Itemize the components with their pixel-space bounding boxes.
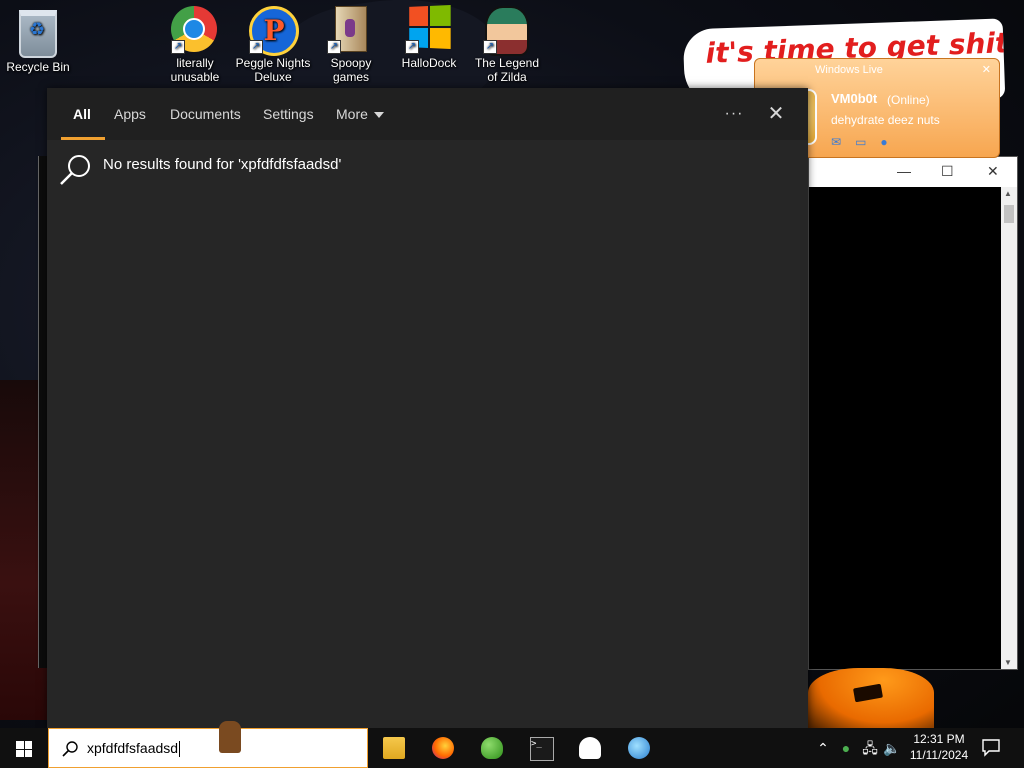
scrollbar-thumb[interactable]: [1004, 205, 1014, 223]
taskbar-app-file-explorer[interactable]: [370, 728, 418, 768]
text-cursor: [179, 741, 181, 758]
search-results-panel: All Apps Documents Settings More ··· ✕ N…: [47, 88, 808, 728]
maximize-icon[interactable]: ☐: [941, 163, 954, 180]
mascot-icon: [219, 721, 241, 753]
desktop-icon-peggle[interactable]: P ↗ Peggle Nights Deluxe: [235, 6, 311, 84]
more-options-icon[interactable]: ···: [720, 100, 748, 128]
console-window[interactable]: — ☐ ✕ ▲ ▼: [808, 156, 1018, 670]
wallpaper-pumpkin: [808, 668, 934, 728]
clock-time: 12:31 PM: [913, 732, 965, 746]
shortcut-arrow-icon: ↗: [327, 40, 341, 54]
tab-more-label: More: [336, 106, 368, 122]
console-scrollbar[interactable]: ▲ ▼: [1001, 187, 1017, 669]
windows-logo-icon: [16, 741, 32, 757]
file-explorer-icon: [383, 737, 405, 759]
scroll-up-icon[interactable]: ▲: [1004, 189, 1012, 198]
shortcut-arrow-icon: ↗: [171, 40, 185, 54]
people-icon: [579, 737, 601, 759]
desktop-icon-label: HalloDock: [401, 56, 457, 70]
desktop-icon-literally-unusable[interactable]: ↗ literally unusable: [157, 6, 233, 84]
desktop-icon-label: Spoopy games: [330, 56, 372, 84]
peggle-icon: P ↗: [249, 6, 299, 56]
chrome-icon: ↗: [171, 6, 219, 54]
desktop-icon-recycle-bin[interactable]: Recycle Bin: [0, 6, 76, 74]
search-icon: [60, 155, 90, 185]
desktop-icon-label: Peggle Nights Deluxe: [235, 56, 311, 84]
clock-date: 11/11/2024: [909, 748, 969, 762]
messenger-small-icon[interactable]: ●: [880, 135, 901, 149]
windows-flag-icon: ↗: [405, 4, 453, 54]
messenger-icon: [481, 737, 503, 759]
scroll-down-icon[interactable]: ▼: [1004, 658, 1012, 667]
shortcut-arrow-icon: ↗: [405, 40, 419, 54]
search-tabs: All Apps Documents Settings More ··· ✕: [47, 88, 808, 140]
mail-icon[interactable]: ✉: [831, 135, 855, 149]
desktop-icon-label: Recycle Bin: [6, 60, 70, 74]
popup-actions[interactable]: ✉▭●: [831, 135, 902, 149]
clock[interactable]: 12:31 PM 11/11/2024: [900, 731, 978, 763]
notification-icon[interactable]: [980, 736, 1002, 758]
tab-settings[interactable]: Settings: [263, 88, 314, 140]
taskbar-app-people[interactable]: [566, 728, 614, 768]
contact-nickname: VM0b0t: [831, 91, 878, 106]
tab-documents[interactable]: Documents: [170, 88, 241, 140]
taskbar-app-messenger[interactable]: [468, 728, 516, 768]
start-button[interactable]: [0, 728, 48, 768]
network-globe-icon: [628, 737, 650, 759]
taskbar-app-firefox[interactable]: [419, 728, 467, 768]
zilda-icon: ↗: [483, 6, 531, 56]
taskbar-search-box[interactable]: xpfdfdfsfaadsd: [48, 721, 368, 768]
desktop-icon-label: literally unusable: [170, 56, 220, 84]
no-results-message: No results found for 'xpfdfdfsfaadsd': [103, 156, 342, 173]
close-icon[interactable]: ✕: [982, 59, 991, 81]
tab-apps[interactable]: Apps: [114, 88, 146, 140]
taskbar-app-network[interactable]: [615, 728, 663, 768]
volume-icon[interactable]: 🔈: [882, 728, 902, 768]
search-query: xpfdfdfsfaadsd: [87, 740, 179, 756]
folder-icon[interactable]: ▭: [855, 135, 880, 149]
taskbar-app-command-prompt[interactable]: >_: [517, 728, 565, 768]
close-icon[interactable]: ✕: [762, 100, 790, 128]
command-prompt-icon: >_: [530, 737, 554, 761]
desktop-icon-spoopy-games[interactable]: ↗ Spoopy games: [313, 6, 389, 84]
shortcut-arrow-icon: ↗: [249, 40, 263, 54]
personal-message: dehydrate deez nuts: [831, 113, 940, 127]
contact-status: (Online): [887, 93, 930, 107]
console-titlebar[interactable]: — ☐ ✕: [809, 157, 1017, 187]
spoopy-games-icon: ↗: [327, 6, 375, 54]
close-icon[interactable]: ✕: [987, 163, 999, 180]
minimize-icon[interactable]: —: [897, 163, 911, 179]
firefox-icon: [432, 737, 454, 759]
messenger-tray-icon[interactable]: ●: [836, 728, 856, 768]
recycle-bin-icon: [14, 10, 62, 58]
popup-title: Windows Live: [815, 64, 883, 76]
desktop-icon-label: The Legend of Zilda: [474, 56, 540, 84]
tab-more[interactable]: More: [336, 88, 384, 140]
popup-titlebar: Windows Live ✕: [755, 59, 999, 81]
chevron-up-icon[interactable]: ⌃: [814, 728, 832, 768]
shortcut-arrow-icon: ↗: [483, 40, 497, 54]
search-icon: [62, 741, 78, 757]
search-input[interactable]: xpfdfdfsfaadsd: [87, 740, 181, 758]
desktop-icon-legend-of-zilda[interactable]: ↗ The Legend of Zilda: [469, 6, 545, 84]
taskbar: xpfdfdfsfaadsd >_ ⌃ ● 🖧 🔈 12:31 PM 11/11…: [0, 721, 1024, 768]
network-icon[interactable]: 🖧: [860, 728, 880, 768]
desktop-icon-hallodock[interactable]: ↗ HalloDock: [391, 4, 467, 70]
tab-all[interactable]: All: [61, 88, 105, 140]
chevron-down-icon: [373, 112, 384, 119]
